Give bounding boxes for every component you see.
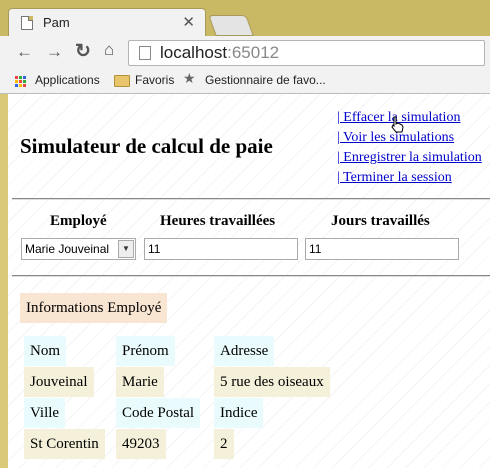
star-icon: ★ xyxy=(183,70,196,86)
hours-header: Heures travaillées xyxy=(160,213,276,229)
nom-value: Jouveinal xyxy=(24,367,94,397)
code-postal-label: Code Postal xyxy=(116,398,201,428)
page-icon xyxy=(139,46,151,60)
view-simulations-link[interactable]: | Voir les simulations xyxy=(337,128,482,148)
address-bar[interactable]: localhost:65012 xyxy=(128,40,485,66)
reload-icon[interactable]: ↻ xyxy=(75,40,91,63)
clear-simulation-link[interactable]: | Effacer la simulation xyxy=(337,108,482,128)
forward-icon[interactable]: → xyxy=(46,42,63,62)
home-icon[interactable]: ⌂ xyxy=(104,40,114,60)
info-heading: Informations Employé xyxy=(20,293,168,323)
days-header: Jours travaillés xyxy=(331,213,430,229)
nom-label: Nom xyxy=(24,336,66,366)
bookmark-favoris[interactable]: Favoris xyxy=(135,73,174,87)
chevron-down-icon: ▼ xyxy=(118,240,134,258)
hand-cursor-icon xyxy=(391,116,404,133)
employee-selected: Marie Jouveinal xyxy=(25,242,110,256)
close-icon[interactable]: ✕ xyxy=(182,13,195,31)
page-icon xyxy=(21,16,33,30)
url-text: localhost:65012 xyxy=(160,43,280,62)
days-input[interactable]: 11 xyxy=(305,238,459,260)
bookmark-applications[interactable]: Applications xyxy=(35,73,100,87)
indice-label: Indice xyxy=(214,398,264,428)
page-content: Simulateur de calcul de paie | Effacer l… xyxy=(8,94,490,468)
apps-grid-icon xyxy=(15,76,27,88)
bookmarks-bar: Applications Favoris ★ Gestionnaire de f… xyxy=(0,68,490,94)
adresse-label: Adresse xyxy=(214,336,275,366)
save-simulation-link[interactable]: | Enregistrer la simulation xyxy=(337,148,482,168)
bookmark-manager[interactable]: Gestionnaire de favo... xyxy=(205,73,326,87)
browser-tab[interactable]: Pam ✕ xyxy=(8,8,206,37)
tab-title: Pam xyxy=(43,15,70,30)
divider xyxy=(12,275,490,277)
new-tab-button[interactable] xyxy=(208,15,254,36)
adresse-value: 5 rue des oiseaux xyxy=(214,367,330,397)
action-links: | Effacer la simulation | Voir les simul… xyxy=(337,108,482,188)
page-title: Simulateur de calcul de paie xyxy=(20,134,273,158)
code-postal-value: 49203 xyxy=(116,429,166,459)
browser-toolbar: ← → ↻ ⌂ localhost:65012 xyxy=(0,36,490,68)
employee-header: Employé xyxy=(50,213,107,229)
prenom-label: Prénom xyxy=(116,336,175,366)
divider xyxy=(12,198,490,200)
indice-value: 2 xyxy=(214,429,234,459)
prenom-value: Marie xyxy=(116,367,164,397)
ville-label: Ville xyxy=(24,398,66,428)
hours-input[interactable]: 11 xyxy=(144,238,298,260)
employee-select[interactable]: Marie Jouveinal ▼ xyxy=(21,238,136,260)
end-session-link[interactable]: | Terminer la session xyxy=(337,168,482,188)
back-icon[interactable]: ← xyxy=(16,42,33,62)
browser-titlebar: Pam ✕ xyxy=(0,0,490,37)
folder-icon xyxy=(114,75,130,87)
ville-value: St Corentin xyxy=(24,429,105,459)
